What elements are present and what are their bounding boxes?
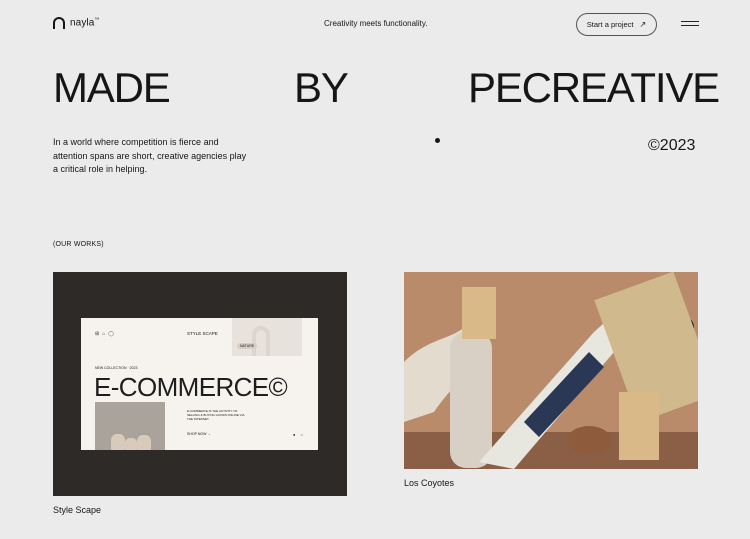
mockup-link: SHOP NOW → — [187, 432, 211, 436]
mockup-headline: E-COMMERCE© — [94, 372, 288, 402]
mockup-nav: STYLE SCAPE — [187, 331, 218, 336]
mockup-icons: ⊞⌂◯ — [95, 331, 117, 337]
bottle-photo — [404, 272, 698, 469]
hamburger-icon[interactable] — [681, 20, 699, 28]
logo-mark-icon — [53, 17, 65, 29]
mockup-photo: NATURE — [232, 318, 302, 356]
year-label: ©2023 — [648, 137, 696, 154]
work-card-los-coyotes[interactable] — [404, 272, 698, 469]
work-title-los-coyotes[interactable]: Los Coyotes — [404, 478, 454, 488]
arrow-up-right-icon: ↗ — [639, 20, 647, 29]
tagline: Creativity meets functionality. — [324, 19, 428, 28]
mockup-pill: NATURE — [237, 343, 258, 349]
trademark-mark: ™ — [94, 17, 100, 24]
mockup-pagination: ● ○ — [293, 432, 305, 437]
ecommerce-mockup: ⊞⌂◯ STYLE SCAPE NATURE NEW COLLECTION · … — [81, 318, 318, 450]
hero-word-made: MADE — [53, 64, 171, 111]
logo[interactable]: nayla™ — [53, 17, 100, 29]
start-project-button[interactable]: Start a project ↗ — [576, 13, 657, 36]
arch-icon — [252, 326, 270, 356]
work-card-style-scape[interactable]: ⊞⌂◯ STYLE SCAPE NATURE NEW COLLECTION · … — [53, 272, 347, 496]
section-label-our-works: (OUR WORKS) — [53, 241, 104, 248]
start-project-label: Start a project — [586, 20, 634, 29]
mockup-copy: E-COMMERCE IS THE ACTIVITY OF SELLING & … — [187, 409, 245, 421]
hero-word-pecreative: PECREATIVE — [468, 64, 720, 111]
work-title-style-scape[interactable]: Style Scape — [53, 505, 101, 515]
dot-icon — [435, 138, 440, 143]
mockup-subtitle: NEW COLLECTION · 2023 — [95, 366, 138, 370]
mockup-vase-image — [95, 402, 165, 450]
hero-word-by: BY — [294, 64, 349, 111]
logo-text: nayla™ — [70, 17, 100, 29]
intro-text: In a world where competition is fierce a… — [53, 137, 247, 174]
